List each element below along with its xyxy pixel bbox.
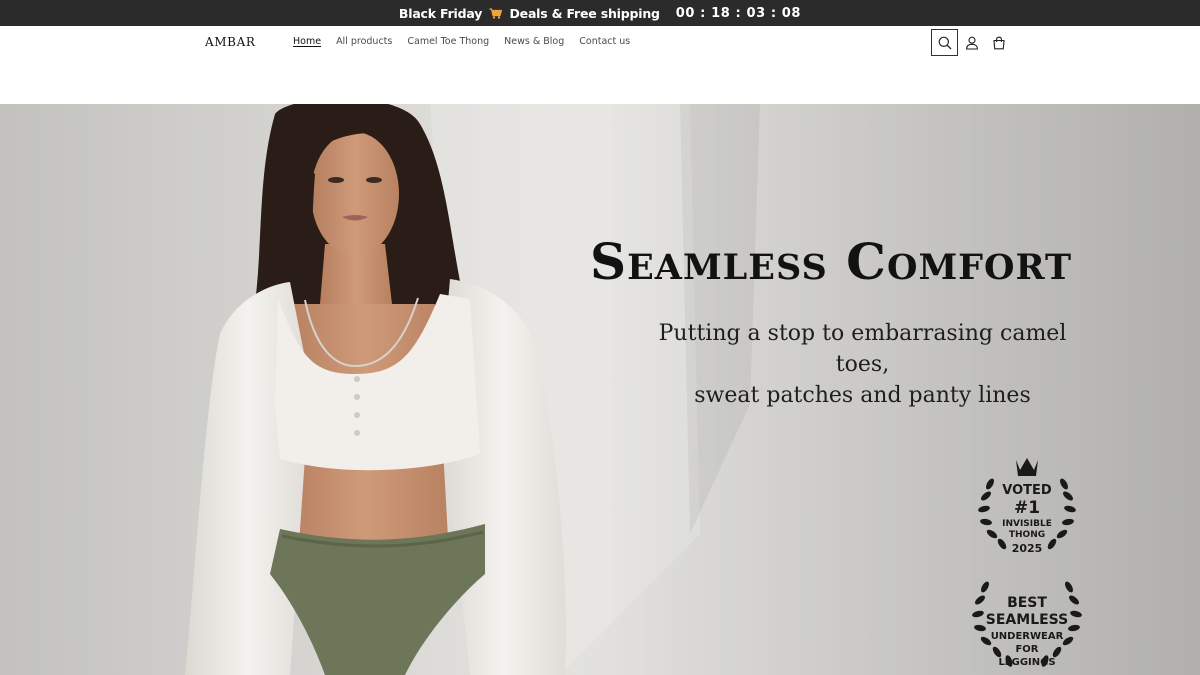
hero-title: Seamless Comfort <box>590 232 1073 291</box>
badge2-line5: LEGGINGS <box>998 657 1056 668</box>
badge2-line3: UNDERWEAR <box>990 631 1064 642</box>
nav-home[interactable]: Home <box>293 36 321 47</box>
badge2-line1: BEST <box>1007 595 1047 611</box>
announcement-text-before: Black Friday <box>398 5 483 21</box>
announcement-text-after: Deals & Free shipping <box>509 5 660 21</box>
nav-contact-us[interactable]: Contact us <box>579 36 630 47</box>
hero-subtitle-line2: sweat patches and panty lines <box>694 383 1031 408</box>
announcement-bar: Black Friday Deals & Free shipping 00 : … <box>0 0 1200 26</box>
site-header: AMBAR Home All products Camel Toe Thong … <box>0 26 1200 104</box>
badge1-line3: INVISIBLE <box>1002 519 1052 529</box>
badge1-line1: VOTED <box>1002 483 1052 498</box>
nav-all-products[interactable]: All products <box>336 36 392 47</box>
search-button[interactable] <box>931 29 958 56</box>
main-nav: Home All products Camel Toe Thong News &… <box>293 36 630 47</box>
header-icons <box>931 29 1012 56</box>
account-icon <box>965 36 978 50</box>
nav-news-blog[interactable]: News & Blog <box>504 36 564 47</box>
site-logo[interactable]: AMBAR <box>205 35 255 49</box>
hero-subtitle: Putting a stop to embarrasing camel toes… <box>630 318 1095 411</box>
countdown-timer: 00 : 18 : 03 : 08 <box>675 5 802 21</box>
announcement-text: Black Friday Deals & Free shipping <box>399 6 660 21</box>
account-button[interactable] <box>958 29 985 56</box>
hero-subtitle-line1: Putting a stop to embarrasing camel toes… <box>658 321 1067 377</box>
badge2-line4: FOR <box>1015 644 1039 655</box>
badge2-line2: SEAMLESS <box>985 612 1069 628</box>
best-seamless-badge: BEST SEAMLESS UNDERWEAR FOR LEGGINGS <box>963 579 1091 671</box>
badge1-line2: #1 <box>1013 498 1041 518</box>
search-icon <box>938 36 951 49</box>
voted-number-one-badge: VOTED #1 INVISIBLE THONG 2025 <box>968 454 1086 555</box>
shopping-cart-icon <box>489 7 503 19</box>
cart-button[interactable] <box>985 29 1012 56</box>
model-photo <box>185 104 566 675</box>
hero-banner: Seamless Comfort Putting a stop to embar… <box>0 104 1200 675</box>
nav-camel-toe-thong[interactable]: Camel Toe Thong <box>407 36 489 47</box>
badge1-line5: 2025 <box>1011 542 1043 555</box>
badge1-line4: THONG <box>1008 530 1046 540</box>
cart-icon <box>992 36 1005 49</box>
